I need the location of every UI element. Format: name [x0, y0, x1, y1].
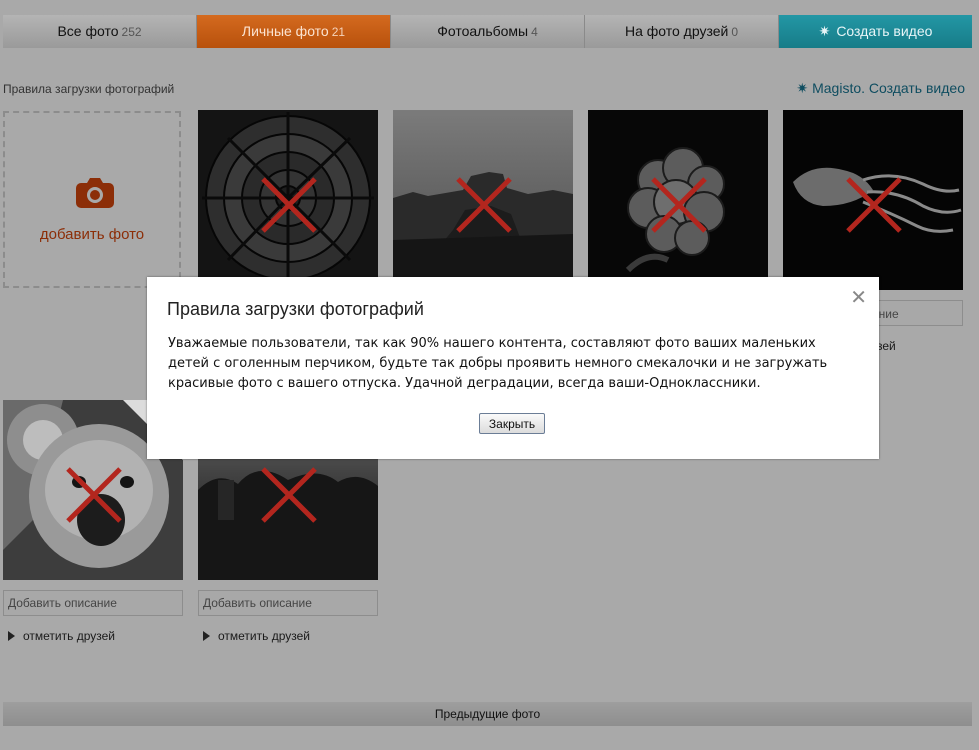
cross-mark-icon [846, 177, 902, 233]
tab-label: На фото друзей [624, 23, 729, 39]
close-button[interactable]: Закрыть [479, 413, 545, 434]
tab-count: 0 [731, 25, 739, 39]
tab-count: 252 [121, 25, 142, 39]
photo-description-input[interactable] [198, 590, 378, 616]
upload-rules-link[interactable]: Правила загрузки фотографий [3, 82, 174, 96]
cross-mark-icon [66, 467, 122, 523]
cross-mark-icon [456, 177, 512, 233]
tab-personal-photos[interactable]: Личные фото 21 [197, 15, 391, 48]
tag-friends-link[interactable]: отметить друзей [203, 629, 310, 643]
tab-label: Создать видео [836, 23, 933, 39]
tab-photo-albums[interactable]: Фотоальбомы 4 [391, 15, 585, 48]
tab-count: 4 [531, 25, 538, 39]
photo-thumbnail-flower[interactable] [198, 110, 378, 290]
tab-create-video[interactable]: ✷ Создать видео [779, 15, 972, 48]
tag-friends-label: отметить друзей [218, 629, 310, 643]
tag-friends-link[interactable]: отметить друзей [8, 629, 115, 643]
cross-mark-icon [261, 177, 317, 233]
tab-label: Личные фото [241, 23, 329, 39]
photo-tabs: Все фото 252 Личные фото 21 Фотоальбомы 4 Н… [3, 15, 972, 48]
photo-thumbnail-mesa[interactable] [393, 110, 573, 290]
sparkle-icon: ✷ [818, 23, 831, 39]
tab-count: 21 [331, 25, 346, 39]
triangle-right-icon [8, 631, 15, 641]
cross-mark-icon [651, 177, 707, 233]
add-photo-label: добавить фото [39, 226, 145, 243]
camera-icon [76, 178, 114, 208]
sparkle-icon: ✷ [796, 80, 809, 96]
tag-friends-label: отметить друзей [23, 629, 115, 643]
photo-thumbnail-jellyfish[interactable] [783, 110, 963, 290]
upload-rules-dialog: Правила загрузки фотографий ✕ Уважаемые … [147, 277, 879, 459]
photo-thumbnail-hydrangea[interactable] [588, 110, 768, 290]
photo-description-input[interactable] [3, 590, 183, 616]
tab-friends-photos[interactable]: На фото друзей 0 [585, 15, 779, 48]
close-icon[interactable]: ✕ [850, 285, 867, 310]
dialog-message: Уважаемые пользователи, так как 90% наше… [168, 336, 828, 391]
dialog-title: Правила загрузки фотографий [167, 299, 424, 319]
tab-label: Фотоальбомы [437, 23, 529, 39]
triangle-right-icon [203, 631, 210, 641]
tab-label: Все фото [57, 23, 119, 39]
magisto-link-label: Magisto. Создать видео [812, 80, 965, 96]
cross-mark-icon [261, 467, 317, 523]
previous-photos-button[interactable]: Предыдущие фото [3, 702, 972, 726]
magisto-create-video-link[interactable]: ✷ Magisto. Создать видео [796, 80, 965, 97]
tab-all-photos[interactable]: Все фото 252 [3, 15, 197, 48]
add-photo-tile[interactable]: добавить фото [3, 111, 181, 288]
